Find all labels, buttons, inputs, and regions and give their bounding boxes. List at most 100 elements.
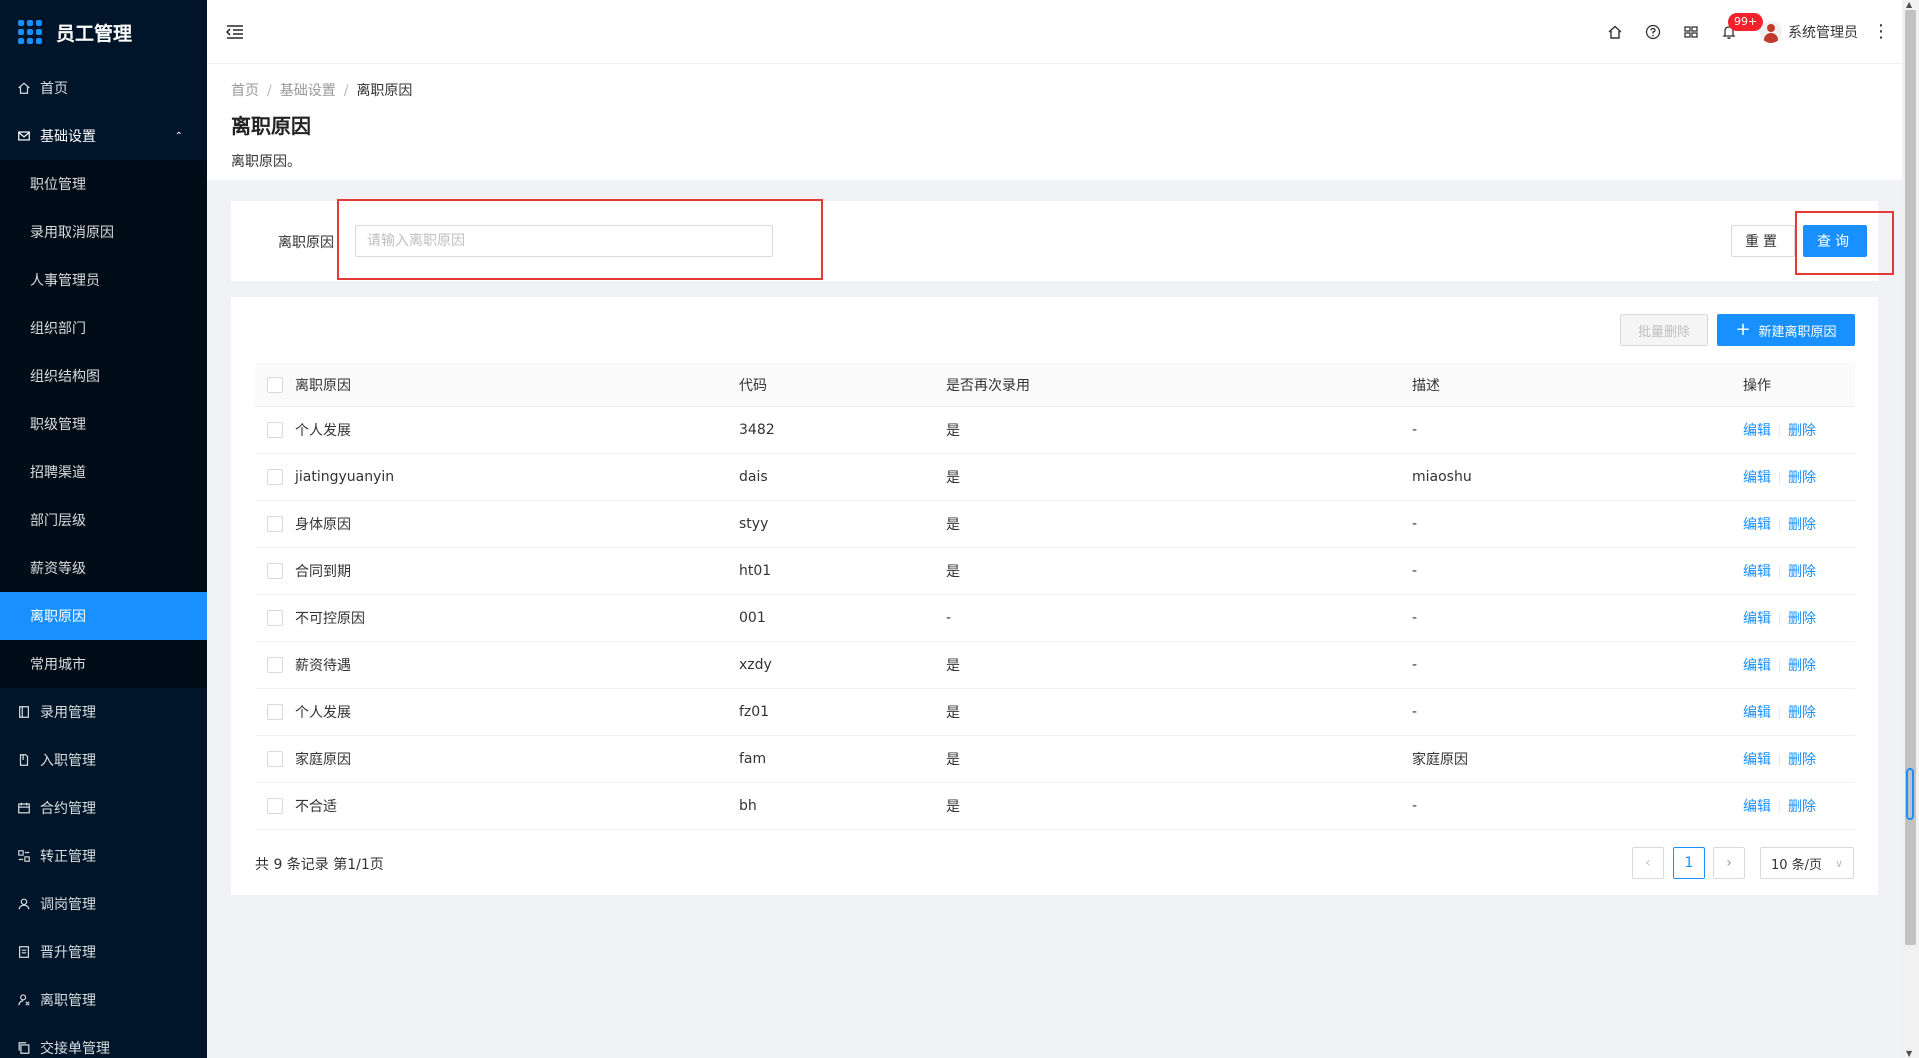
row-checkbox[interactable]: [267, 657, 283, 673]
sidebar-item-1[interactable]: 基础设置 ⌃: [0, 112, 207, 160]
sidebar-item-label: 录用管理: [40, 705, 96, 721]
row-checkbox[interactable]: [267, 610, 283, 626]
sidebar-item-2[interactable]: 录用管理: [0, 688, 207, 736]
cell-reason: 家庭原因: [295, 752, 351, 768]
cell-operations: 编辑 删除: [1743, 467, 1855, 487]
row-checkbox[interactable]: [267, 516, 283, 532]
prev-page-button[interactable]: ‹: [1632, 847, 1664, 879]
row-checkbox[interactable]: [267, 422, 283, 438]
user-menu[interactable]: 系统管理员: [1760, 20, 1858, 43]
delete-link[interactable]: 删除: [1788, 611, 1816, 627]
submenu-item-4[interactable]: 组织结构图: [0, 352, 207, 400]
submenu-item-2[interactable]: 人事管理员: [0, 256, 207, 304]
submenu-item-1[interactable]: 录用取消原因: [0, 208, 207, 256]
breadcrumb-home[interactable]: 首页: [231, 83, 259, 99]
breadcrumb-current: 离职原因: [356, 83, 413, 99]
submenu-item-10[interactable]: 常用城市: [0, 640, 207, 688]
cell-description: -: [1412, 657, 1418, 673]
row-checkbox[interactable]: [267, 798, 283, 814]
edit-link[interactable]: 编辑: [1743, 705, 1771, 721]
select-all-checkbox[interactable]: [267, 376, 283, 393]
delete-link[interactable]: 删除: [1788, 799, 1816, 815]
edit-link[interactable]: 编辑: [1743, 423, 1771, 439]
column-header-reason: 离职原因: [295, 377, 351, 394]
page-title: 离职原因: [231, 114, 311, 138]
cell-code: styy: [739, 516, 769, 532]
app-logo[interactable]: 员工管理: [0, 0, 207, 64]
sidebar-item-0[interactable]: 首页: [0, 64, 207, 112]
user-leave-icon: [16, 992, 32, 1008]
cell-rehire: 是: [946, 658, 960, 674]
edit-link[interactable]: 编辑: [1743, 799, 1771, 815]
sidebar-item-7[interactable]: 晋升管理: [0, 928, 207, 976]
page-scrollbar[interactable]: ▲ ▼: [1902, 0, 1919, 1058]
edit-link[interactable]: 编辑: [1743, 752, 1771, 768]
delete-link[interactable]: 删除: [1788, 564, 1816, 580]
table-row: 个人发展 3482 是 - 编辑 删除: [255, 407, 1855, 454]
cell-operations: 编辑 删除: [1743, 796, 1855, 816]
cell-code: dais: [739, 469, 768, 485]
cell-rehire: -: [946, 610, 952, 626]
delete-link[interactable]: 删除: [1788, 658, 1816, 674]
sidebar-item-5[interactable]: 转正管理: [0, 832, 207, 880]
submenu-item-0[interactable]: 职位管理: [0, 160, 207, 208]
delete-link[interactable]: 删除: [1788, 705, 1816, 721]
scroll-down-icon[interactable]: ▼: [1906, 1049, 1912, 1058]
new-reason-button[interactable]: + 新建离职原因: [1717, 314, 1855, 346]
submenu-item-9[interactable]: 离职原因: [0, 592, 207, 640]
edit-link[interactable]: 编辑: [1743, 564, 1771, 580]
delete-link[interactable]: 删除: [1788, 517, 1816, 533]
edit-link[interactable]: 编辑: [1743, 611, 1771, 627]
cell-code: ht01: [739, 563, 772, 579]
calendar-icon: [16, 800, 32, 816]
breadcrumb-parent[interactable]: 基础设置: [280, 83, 336, 99]
cell-code: 3482: [739, 422, 775, 438]
edit-link[interactable]: 编辑: [1743, 517, 1771, 533]
submenu-item-6[interactable]: 招聘渠道: [0, 448, 207, 496]
cell-code: xzdy: [739, 657, 772, 673]
sidebar-item-3[interactable]: 入职管理: [0, 736, 207, 784]
table-row: 薪资待遇 xzdy 是 - 编辑 删除: [255, 642, 1855, 689]
submenu-item-7[interactable]: 部门层级: [0, 496, 207, 544]
help-icon[interactable]: [1634, 13, 1672, 51]
sidebar-item-4[interactable]: 合约管理: [0, 784, 207, 832]
sidebar-item-9[interactable]: 交接单管理: [0, 1024, 207, 1058]
apps-icon[interactable]: [1672, 13, 1710, 51]
user-icon: [16, 896, 32, 912]
delete-link[interactable]: 删除: [1788, 470, 1816, 486]
op-divider: [1779, 660, 1780, 672]
row-checkbox[interactable]: [267, 704, 283, 720]
delete-link[interactable]: 删除: [1788, 423, 1816, 439]
more-vertical-icon[interactable]: ⋮: [1872, 22, 1890, 41]
cell-rehire: 是: [946, 705, 960, 721]
delete-link[interactable]: 删除: [1788, 752, 1816, 768]
cell-description: -: [1412, 704, 1418, 720]
edit-link[interactable]: 编辑: [1743, 470, 1771, 486]
page-size-select[interactable]: 10 条/页 ∨: [1760, 847, 1854, 879]
page-1-button[interactable]: 1: [1673, 847, 1705, 879]
sidebar-item-6[interactable]: 调岗管理: [0, 880, 207, 928]
op-divider: [1779, 472, 1780, 484]
table-row: 个人发展 fz01 是 - 编辑 删除: [255, 689, 1855, 736]
menu-collapse-icon[interactable]: [223, 20, 247, 44]
row-checkbox[interactable]: [267, 469, 283, 485]
scroll-handle[interactable]: [1906, 768, 1914, 820]
edit-link[interactable]: 编辑: [1743, 658, 1771, 674]
submenu-item-5[interactable]: 职级管理: [0, 400, 207, 448]
submenu-item-3[interactable]: 组织部门: [0, 304, 207, 352]
notification-bell-icon[interactable]: 99+: [1710, 12, 1764, 51]
row-checkbox[interactable]: [267, 751, 283, 767]
next-page-button[interactable]: ›: [1713, 847, 1745, 879]
cell-reason: 个人发展: [295, 423, 351, 439]
sidebar-item-label: 转正管理: [40, 849, 96, 865]
sidebar-item-8[interactable]: 离职管理: [0, 976, 207, 1024]
table-row: 身体原因 styy 是 - 编辑 删除: [255, 501, 1855, 548]
submenu-item-8[interactable]: 薪资等级: [0, 544, 207, 592]
cell-operations: 编辑 删除: [1743, 702, 1855, 722]
submenu-1: 职位管理 录用取消原因 人事管理员 组织部门 组织结构图 职级管理 招聘渠道 部门层级 薪资等级…: [0, 160, 207, 688]
batch-delete-button[interactable]: 批量删除: [1620, 314, 1708, 346]
home-icon[interactable]: [1596, 13, 1634, 51]
scroll-up-icon[interactable]: ▲: [1906, 0, 1912, 9]
row-checkbox[interactable]: [267, 563, 283, 579]
reset-button[interactable]: 重置: [1731, 225, 1795, 257]
